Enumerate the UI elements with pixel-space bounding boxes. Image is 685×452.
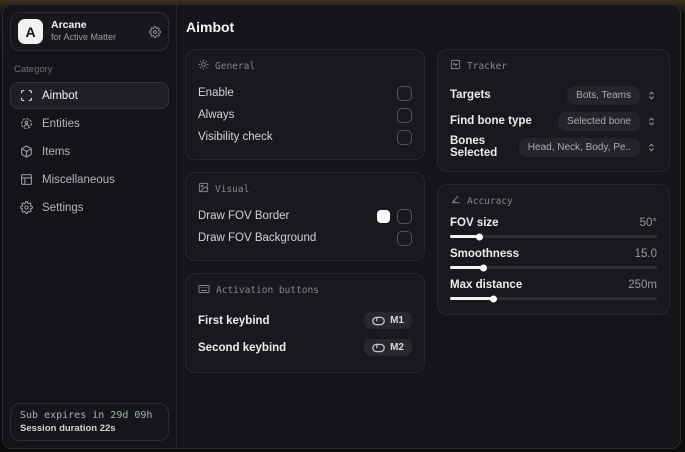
accuracy-card: Accuracy FOV size 50° Smoothness 15.0 Ma… [437,184,670,315]
entities-icon [20,117,33,130]
setting-row: Draw FOV Border [198,205,412,227]
slider-label: Max distance [450,279,523,291]
expand-icon[interactable] [646,90,657,101]
sidebar-item-aimbot[interactable]: Aimbot [10,82,169,109]
section-title: Tracker [467,60,508,72]
page-title: Aimbot [186,19,235,35]
fov-size-slider[interactable] [450,232,657,241]
setting-row: Draw FOV Background [198,227,412,249]
keybind-row: First keybind M1 [198,307,412,334]
slider-thumb[interactable] [480,264,488,271]
cube-icon [20,145,33,158]
tracker-row: Bones Selected Head, Neck, Body, Pe.. [450,134,657,160]
brand-card[interactable]: A Arcane for Active Matter [10,12,169,51]
bones-selected-select[interactable]: Head, Neck, Body, Pe.. [518,137,640,157]
section-title: General [215,60,256,72]
slider-value: 15.0 [634,248,657,260]
keybind-value: M1 [390,315,404,326]
slider-row: Max distance 250m [450,279,657,303]
session-duration-text: Session duration 22s [20,423,116,434]
main-content: Aimbot General Enable Always Visibility … [177,5,680,448]
sidebar-item-label: Entities [42,117,80,130]
find-bone-type-select[interactable]: Selected bone [558,111,640,131]
gear-icon [20,201,33,214]
visibility-check-checkbox[interactable] [397,129,412,145]
slider-row: FOV size 50° [450,217,657,241]
slider-thumb[interactable] [475,233,483,240]
enable-checkbox[interactable] [397,85,412,101]
targets-select[interactable]: Bots, Teams [567,85,640,105]
sidebar-item-miscellaneous[interactable]: Miscellaneous [10,166,169,193]
max-distance-slider[interactable] [450,294,657,303]
layout-icon [20,173,33,186]
setting-row: Always [198,104,412,126]
app-logo: A [18,19,43,44]
sun-icon [198,59,209,73]
keyboard-icon [198,283,210,298]
setting-label: Always [198,109,235,121]
keybind-label: Second keybind [198,341,287,354]
setting-label: Draw FOV Border [198,210,290,222]
slider-label: FOV size [450,217,499,229]
gear-icon[interactable] [149,25,161,38]
general-card: General Enable Always Visibility check [185,49,425,160]
slider-label: Smoothness [450,248,520,260]
sidebar-item-items[interactable]: Items [10,138,169,165]
sidebar-item-label: Settings [42,201,84,214]
keybind-value: M2 [390,342,404,353]
keybind-label: First keybind [198,314,270,327]
tracker-row: Find bone type Selected bone [450,108,657,134]
scan-icon [20,89,33,102]
slider-thumb[interactable] [490,295,498,302]
always-checkbox[interactable] [397,107,412,123]
brand-text: Arcane for Active Matter [51,19,141,43]
expand-icon[interactable] [646,142,657,153]
image-icon [198,182,209,196]
fov-border-checkbox[interactable] [397,208,412,224]
sidebar-item-label: Miscellaneous [42,173,115,186]
tracker-label: Find bone type [450,115,532,127]
sidebar-nav: Aimbot Entities Items Miscellaneous Sett… [10,82,169,221]
tracker-label: Targets [450,89,491,101]
section-title: Visual [215,183,250,195]
setting-label: Enable [198,87,234,99]
tracker-row: Targets Bots, Teams [450,82,657,108]
expand-icon[interactable] [646,116,657,127]
keybind-row: Second keybind M2 [198,334,412,361]
sidebar-item-entities[interactable]: Entities [10,110,169,137]
angle-icon [450,194,461,208]
setting-row: Enable [198,82,412,104]
sidebar-item-label: Aimbot [42,89,78,102]
slider-row: Smoothness 15.0 [450,248,657,272]
sidebar: A Arcane for Active Matter Category Aimb… [3,5,177,448]
smoothness-slider[interactable] [450,263,657,272]
slider-value: 250m [628,279,657,291]
section-title: Accuracy [467,195,513,207]
mouse-icon [372,343,385,352]
sidebar-item-settings[interactable]: Settings [10,194,169,221]
mouse-icon [372,316,385,325]
tracker-label: Bones Selected [450,135,498,159]
sidebar-item-label: Items [42,145,71,158]
fov-border-color-swatch[interactable] [377,209,390,223]
subscription-info: Sub expires in 29d 09h Session duration … [10,403,169,441]
activation-card: Activation buttons First keybind M1 Seco… [185,273,425,373]
app-subtitle: for Active Matter [51,32,117,43]
setting-label: Visibility check [198,131,273,143]
sub-expires-text: Sub expires in 29d 09h [20,410,153,421]
fov-background-checkbox[interactable] [397,230,412,246]
section-title: Activation buttons [216,285,319,296]
slider-value: 50° [639,217,657,229]
visual-card: Visual Draw FOV Border Draw FOV Backgrou… [185,172,425,261]
app-name: Arcane [51,19,87,32]
first-keybind-button[interactable]: M1 [364,312,412,329]
setting-row: Visibility check [198,126,412,148]
second-keybind-button[interactable]: M2 [364,339,412,356]
category-label: Category [14,64,53,75]
activity-icon [450,59,461,73]
tracker-card: Tracker Targets Bots, Teams Find bone ty… [437,49,670,172]
app-window: A Arcane for Active Matter Category Aimb… [2,4,681,449]
setting-label: Draw FOV Background [198,232,317,244]
